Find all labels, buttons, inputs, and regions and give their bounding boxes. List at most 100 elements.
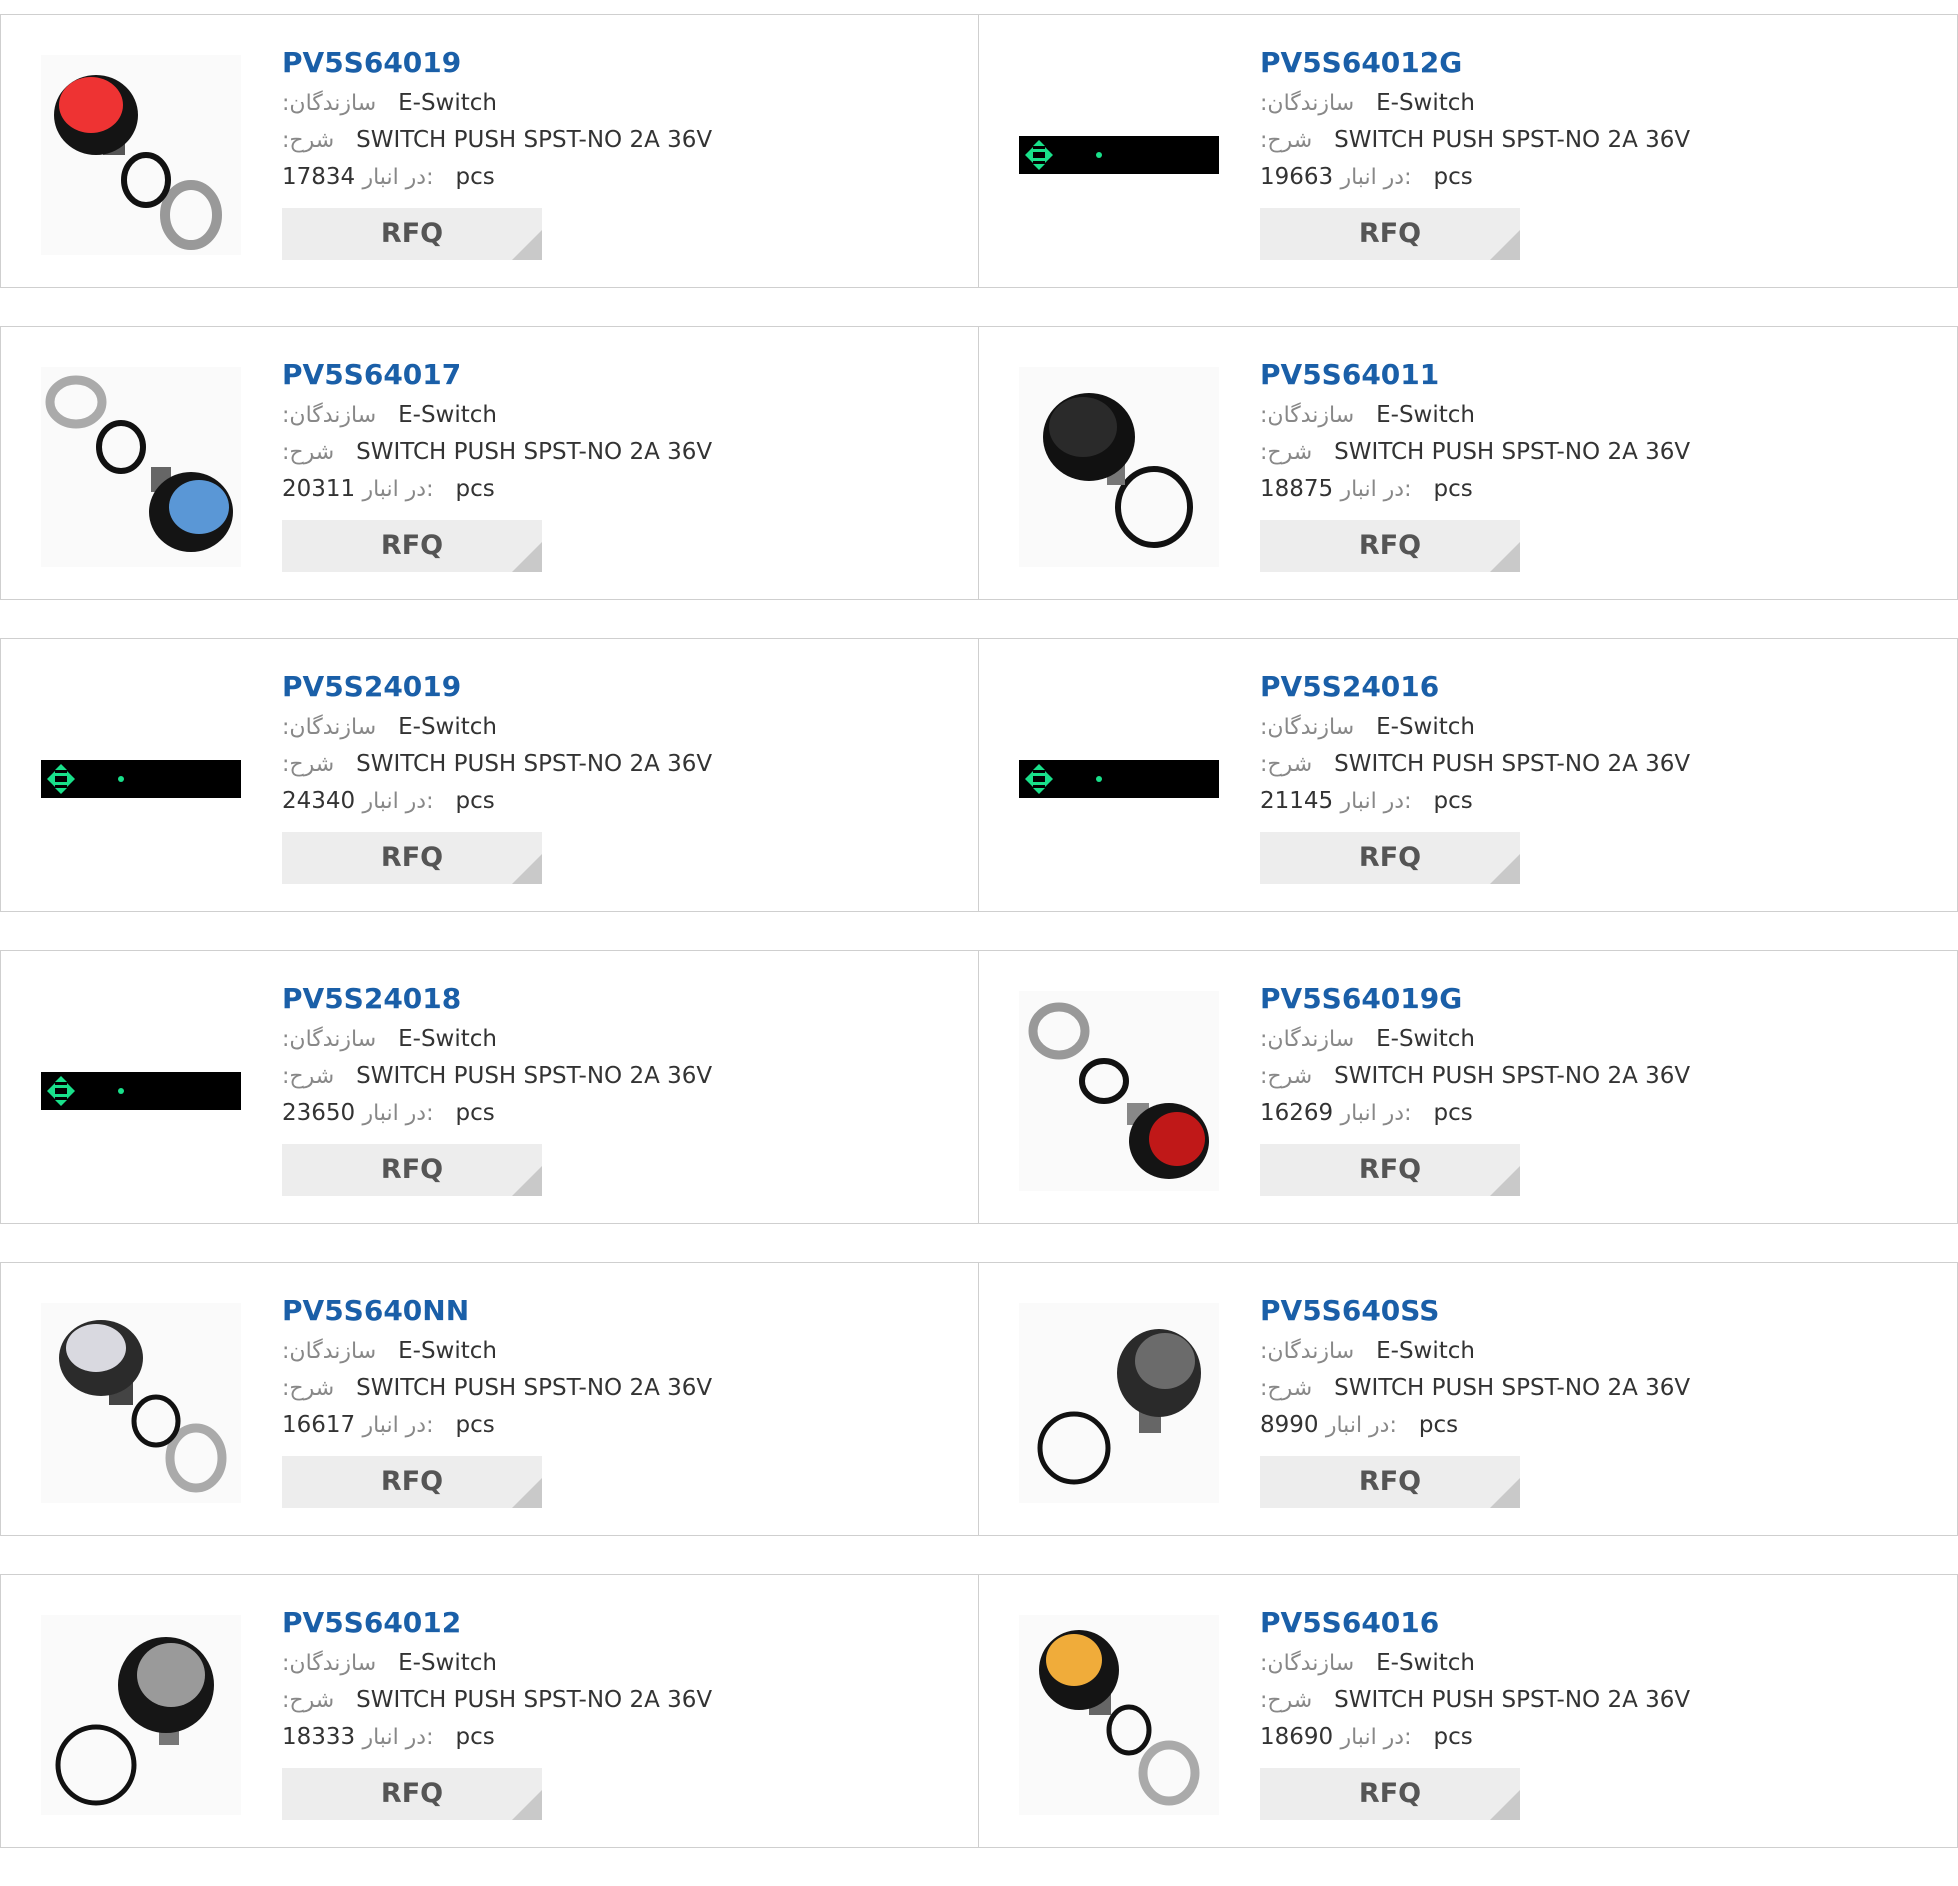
description-label: :شرح bbox=[1260, 1064, 1313, 1089]
stock-unit: pcs bbox=[455, 476, 495, 502]
white-button-image-icon bbox=[41, 1615, 241, 1815]
product-image[interactable] bbox=[1019, 679, 1219, 879]
rfq-button[interactable]: RFQ bbox=[1260, 832, 1520, 884]
stock-value: 16617 bbox=[282, 1412, 356, 1438]
product-title-link[interactable]: PV5S64012 bbox=[282, 1605, 712, 1645]
product-title-link[interactable]: PV5S640SS bbox=[1260, 1293, 1690, 1333]
rfq-button[interactable]: RFQ bbox=[282, 1768, 542, 1820]
product-title-link[interactable]: PV5S64017 bbox=[282, 357, 712, 397]
rfq-button[interactable]: RFQ bbox=[1260, 1456, 1520, 1508]
stock-line: 17834 در انبار: pcs bbox=[282, 159, 712, 196]
rfq-label: RFQ bbox=[1358, 1154, 1422, 1185]
stock-value: 20311 bbox=[282, 476, 356, 502]
description-line: :شرح SWITCH PUSH SPST-NO 2A 36V bbox=[282, 122, 712, 159]
product-title-link[interactable]: PV5S640NN bbox=[282, 1293, 712, 1333]
description-label: :شرح bbox=[1260, 128, 1313, 153]
red-button-angled-image-icon bbox=[1019, 991, 1219, 1191]
product-image[interactable] bbox=[41, 367, 241, 567]
stock-line: 20311 در انبار: pcs bbox=[282, 471, 712, 508]
stock-unit: pcs bbox=[1433, 476, 1473, 502]
manufacturer-value: E-Switch bbox=[398, 90, 497, 116]
product-title-link[interactable]: PV5S64019 bbox=[282, 45, 712, 85]
product-info: PV5S24019 :سازندگان E-Switch :شرح SWITCH… bbox=[282, 669, 712, 884]
description-value: SWITCH PUSH SPST-NO 2A 36V bbox=[1334, 1063, 1691, 1089]
stock-label: در انبار: bbox=[362, 1101, 434, 1126]
product-info: PV5S64012G :سازندگان E-Switch :شرح SWITC… bbox=[1260, 45, 1690, 260]
product-card: PV5S640SS :سازندگان E-Switch :شرح SWITCH… bbox=[979, 1262, 1958, 1536]
stock-value: 18690 bbox=[1260, 1724, 1334, 1750]
rfq-button[interactable]: RFQ bbox=[1260, 1768, 1520, 1820]
rfq-button[interactable]: RFQ bbox=[1260, 1144, 1520, 1196]
rfq-label: RFQ bbox=[380, 1154, 444, 1185]
product-row: PV5S64019 :سازندگان E-Switch :شرح SWITCH… bbox=[0, 14, 1958, 288]
product-image[interactable] bbox=[1019, 1303, 1219, 1503]
rfq-button[interactable]: RFQ bbox=[282, 520, 542, 572]
description-value: SWITCH PUSH SPST-NO 2A 36V bbox=[356, 439, 713, 465]
rfq-label: RFQ bbox=[380, 530, 444, 561]
rfq-button[interactable]: RFQ bbox=[282, 832, 542, 884]
product-title-link[interactable]: PV5S64011 bbox=[1260, 357, 1690, 397]
corner-triangle-icon bbox=[1490, 854, 1520, 884]
product-image[interactable] bbox=[1019, 55, 1219, 255]
stock-unit: pcs bbox=[1433, 788, 1473, 814]
product-card: PV5S64017 :سازندگان E-Switch :شرح SWITCH… bbox=[0, 326, 979, 600]
rfq-button[interactable]: RFQ bbox=[282, 208, 542, 260]
product-title-link[interactable]: PV5S64019G bbox=[1260, 981, 1690, 1021]
description-label: :شرح bbox=[1260, 440, 1313, 465]
silver-button-image-icon bbox=[41, 1303, 241, 1503]
manufacturer-value: E-Switch bbox=[398, 714, 497, 740]
description-line: :شرح SWITCH PUSH SPST-NO 2A 36V bbox=[282, 1058, 712, 1095]
manufacturer-value: E-Switch bbox=[398, 402, 497, 428]
product-card: PV5S64011 :سازندگان E-Switch :شرح SWITCH… bbox=[979, 326, 1958, 600]
product-title-link[interactable]: PV5S64016 bbox=[1260, 1605, 1690, 1645]
product-image[interactable] bbox=[41, 991, 241, 1191]
placeholder-arrows-icon bbox=[47, 1076, 124, 1106]
stock-label: در انبار: bbox=[1340, 1101, 1412, 1126]
stock-value: 19663 bbox=[1260, 164, 1334, 190]
product-image[interactable] bbox=[1019, 367, 1219, 567]
corner-triangle-icon bbox=[1490, 1790, 1520, 1820]
product-image[interactable] bbox=[41, 55, 241, 255]
description-value: SWITCH PUSH SPST-NO 2A 36V bbox=[1334, 1375, 1691, 1401]
description-line: :شرح SWITCH PUSH SPST-NO 2A 36V bbox=[1260, 746, 1690, 783]
manufacturer-label: :سازندگان bbox=[1260, 1651, 1355, 1676]
stock-unit: pcs bbox=[1433, 1100, 1473, 1126]
stock-line: 24340 در انبار: pcs bbox=[282, 783, 712, 820]
manufacturer-value: E-Switch bbox=[398, 1338, 497, 1364]
product-image[interactable] bbox=[41, 1303, 241, 1503]
product-image[interactable] bbox=[41, 1615, 241, 1815]
stock-line: 16269 در انبار: pcs bbox=[1260, 1095, 1690, 1132]
description-value: SWITCH PUSH SPST-NO 2A 36V bbox=[1334, 127, 1691, 153]
rfq-button[interactable]: RFQ bbox=[1260, 208, 1520, 260]
placeholder-image bbox=[41, 760, 241, 798]
manufacturer-label: :سازندگان bbox=[1260, 91, 1355, 116]
rfq-button[interactable]: RFQ bbox=[282, 1144, 542, 1196]
description-value: SWITCH PUSH SPST-NO 2A 36V bbox=[1334, 751, 1691, 777]
product-info: PV5S64019 :سازندگان E-Switch :شرح SWITCH… bbox=[282, 45, 712, 260]
product-image[interactable] bbox=[1019, 991, 1219, 1191]
product-title-link[interactable]: PV5S24016 bbox=[1260, 669, 1690, 709]
description-label: :شرح bbox=[1260, 1376, 1313, 1401]
stock-label: در انبار: bbox=[1340, 789, 1412, 814]
manufacturer-value: E-Switch bbox=[1376, 402, 1475, 428]
stock-unit: pcs bbox=[1418, 1412, 1459, 1438]
description-value: SWITCH PUSH SPST-NO 2A 36V bbox=[356, 127, 713, 153]
corner-triangle-icon bbox=[512, 542, 542, 572]
description-line: :شرح SWITCH PUSH SPST-NO 2A 36V bbox=[1260, 122, 1690, 159]
product-title-link[interactable]: PV5S24018 bbox=[282, 981, 712, 1021]
rfq-label: RFQ bbox=[380, 842, 444, 873]
corner-triangle-icon bbox=[1490, 1166, 1520, 1196]
product-image[interactable] bbox=[41, 679, 241, 879]
manufacturer-label: :سازندگان bbox=[282, 91, 377, 116]
rfq-button[interactable]: RFQ bbox=[1260, 520, 1520, 572]
description-line: :شرح SWITCH PUSH SPST-NO 2A 36V bbox=[282, 1682, 712, 1719]
product-title-link[interactable]: PV5S64012G bbox=[1260, 45, 1690, 85]
manufacturer-label: :سازندگان bbox=[1260, 403, 1355, 428]
rfq-button[interactable]: RFQ bbox=[282, 1456, 542, 1508]
description-value: SWITCH PUSH SPST-NO 2A 36V bbox=[1334, 1687, 1691, 1713]
yellow-button-image-icon bbox=[1019, 1615, 1219, 1815]
stock-line: 18690 در انبار: pcs bbox=[1260, 1719, 1690, 1756]
manufacturer-line: :سازندگان E-Switch bbox=[1260, 1021, 1690, 1058]
product-image[interactable] bbox=[1019, 1615, 1219, 1815]
product-title-link[interactable]: PV5S24019 bbox=[282, 669, 712, 709]
